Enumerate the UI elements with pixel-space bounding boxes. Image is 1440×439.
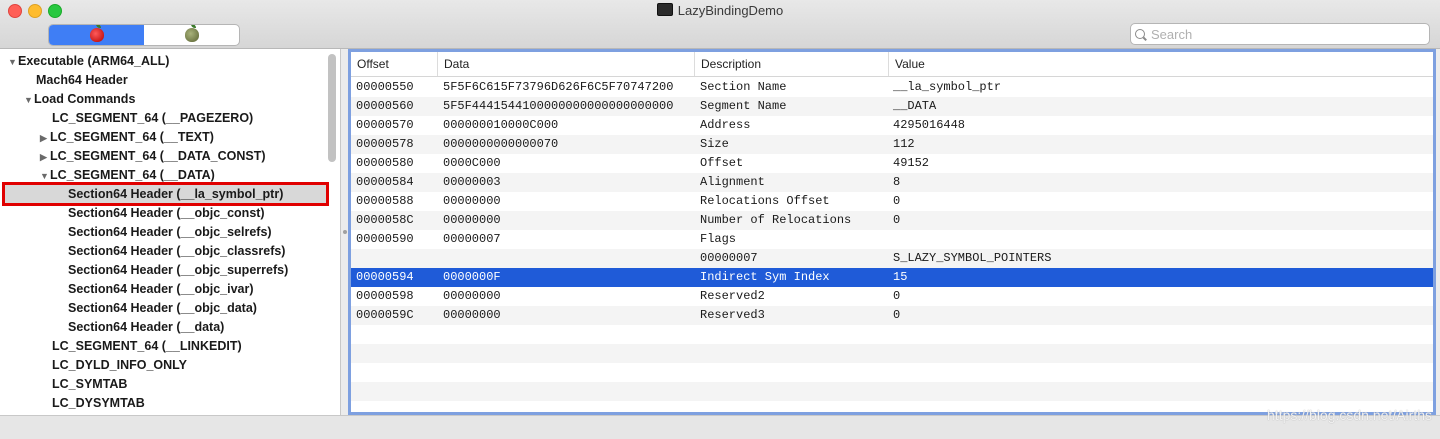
tree-item-segment-pagezero[interactable]: LC_SEGMENT_64 (__PAGEZERO) (52, 109, 253, 128)
table-row[interactable]: 0000058C 00000000 Number of Relocations 0 (351, 211, 1433, 230)
disclosure-triangle-icon[interactable]: ▶ (40, 148, 50, 167)
tree-scrollbar-thumb[interactable] (328, 54, 336, 162)
view-mode-segmented-control (48, 24, 240, 46)
disclosure-triangle-icon[interactable]: ▼ (8, 53, 18, 72)
tree-item-segment-data-const[interactable]: ▶ LC_SEGMENT_64 (__DATA_CONST) (40, 147, 266, 166)
tree-item-section-objc-ivar[interactable]: Section64 Header (__objc_ivar) (68, 280, 254, 299)
table-row-selected[interactable]: 00000594 0000000F Indirect Sym Index 15 (351, 268, 1433, 287)
divider-handle-icon (343, 230, 347, 234)
table-row[interactable]: 00000590 00000007 Flags (351, 230, 1433, 249)
table-header: Offset Data Description Value (351, 52, 1433, 77)
tree-item-segment-linkedit[interactable]: LC_SEGMENT_64 (__LINKEDIT) (52, 337, 242, 356)
table-row[interactable]: 00000584 00000003 Alignment 8 (351, 173, 1433, 192)
search-input[interactable] (1151, 26, 1421, 42)
column-header-offset[interactable]: Offset (351, 52, 438, 76)
table-row[interactable]: 00000578 0000000000000070 Size 112 (351, 135, 1433, 154)
tree-item-dyld-info-only[interactable]: LC_DYLD_INFO_ONLY (52, 356, 187, 375)
green-apple-icon (184, 25, 199, 42)
tree-item-section-data[interactable]: Section64 Header (__data) (68, 318, 224, 337)
raw-view-segment[interactable] (49, 25, 144, 45)
status-bar (0, 415, 1440, 439)
tree-item-executable[interactable]: ▼Executable (ARM64_ALL) (8, 52, 169, 71)
rva-view-segment[interactable] (144, 25, 239, 45)
table-row[interactable]: 00000550 5F5F6C615F73796D626F6C5F70747200… (351, 78, 1433, 97)
table-row[interactable]: 00000570 000000010000C000 Address 429501644… (351, 116, 1433, 135)
search-field[interactable] (1130, 23, 1430, 45)
section-details-table: Offset Data Description Value 00000550 5F… (348, 49, 1436, 415)
column-header-description[interactable]: Description (695, 52, 889, 76)
empty-table-row (351, 382, 1433, 401)
tree-item-load-commands[interactable]: ▼Load Commands (24, 90, 135, 109)
empty-table-row (351, 325, 1433, 344)
table-row[interactable]: 00000560 5F5F4441544100000000000000000000… (351, 97, 1433, 116)
tree-item-section-la-symbol-ptr[interactable]: Section64 Header (__la_symbol_ptr) (68, 185, 283, 204)
tree-item-dysymtab[interactable]: LC_DYSYMTAB (52, 394, 145, 413)
red-apple-icon (89, 25, 104, 42)
table-row[interactable]: 00000598 00000000 Reserved2 0 (351, 287, 1433, 306)
window-title: LazyBindingDemo (0, 3, 1440, 18)
empty-table-row (351, 344, 1433, 363)
table-row[interactable]: 0000059C 00000000 Reserved3 0 (351, 306, 1433, 325)
table-row[interactable]: 00000580 0000C000 Offset 49152 (351, 154, 1433, 173)
column-header-value[interactable]: Value (889, 52, 1433, 76)
tree-item-segment-data[interactable]: ▼LC_SEGMENT_64 (__DATA) (40, 166, 215, 185)
disclosure-triangle-icon[interactable]: ▶ (40, 129, 50, 148)
table-row[interactable]: 00000007 S_LAZY_SYMBOL_POINTERS (351, 249, 1433, 268)
tree-item-section-objc-selrefs[interactable]: Section64 Header (__objc_selrefs) (68, 223, 272, 242)
tree-item-section-objc-data[interactable]: Section64 Header (__objc_data) (68, 299, 257, 318)
tree-item-mach64-header[interactable]: Mach64 Header (36, 71, 128, 90)
tree-item-section-objc-superrefs[interactable]: Section64 Header (__objc_superrefs) (68, 261, 288, 280)
search-icon (1135, 29, 1145, 39)
terminal-icon (656, 3, 673, 16)
tree-item-segment-text[interactable]: ▶ LC_SEGMENT_64 (__TEXT) (40, 128, 214, 147)
empty-table-row (351, 363, 1433, 382)
disclosure-triangle-icon[interactable]: ▼ (40, 167, 50, 186)
tree-item-symtab[interactable]: LC_SYMTAB (52, 375, 127, 394)
watermark-text: https://blog.csdn.net/Airths (1267, 407, 1432, 423)
tree-item-section-objc-classrefs[interactable]: Section64 Header (__objc_classrefs) (68, 242, 285, 261)
title-bar: LazyBindingDemo (0, 0, 1440, 49)
column-header-data[interactable]: Data (438, 52, 695, 76)
disclosure-triangle-icon[interactable]: ▼ (24, 91, 34, 110)
table-row[interactable]: 00000588 00000000 Relocations Offset 0 (351, 192, 1433, 211)
tree-item-section-objc-const[interactable]: Section64 Header (__objc_const) (68, 204, 265, 223)
load-commands-tree: ▼Executable (ARM64_ALL) Mach64 Header ▼L… (0, 49, 341, 415)
window-title-text: LazyBindingDemo (677, 3, 784, 18)
